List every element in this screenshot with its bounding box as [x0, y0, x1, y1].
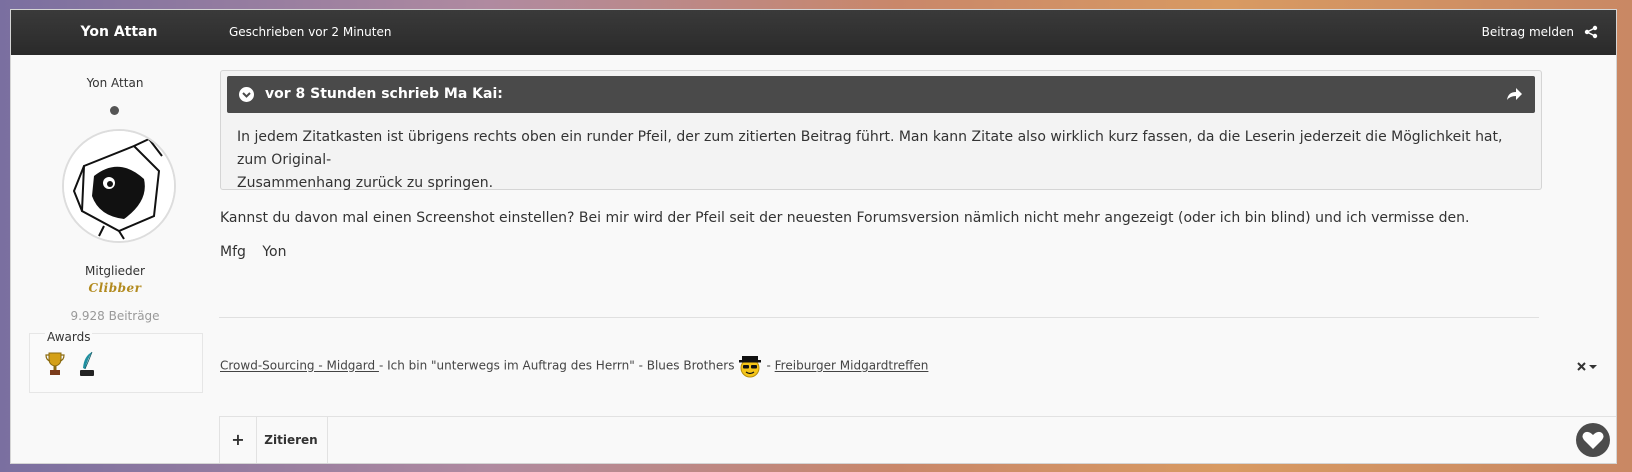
report-post-link[interactable]: Beitrag melden [1482, 10, 1574, 55]
quote-text-line: Zusammenhang zurück zu springen. [237, 175, 494, 191]
post-timestamp[interactable]: Geschrieben vor 2 Minuten [229, 10, 391, 55]
like-button[interactable] [1576, 423, 1610, 457]
greeting-word: Yon [262, 244, 287, 260]
author-sidebar: Yon Attan Mitglieder Clibber 9.928 Beitr… [11, 55, 219, 405]
blues-brothers-smiley-icon [739, 356, 762, 378]
jump-to-quoted-post-icon[interactable] [1505, 86, 1523, 102]
quote-citation-label[interactable]: vor 8 Stunden schrieb Ma Kai: [265, 76, 503, 113]
quote-button[interactable]: Zitieren [255, 417, 328, 463]
awards-box: Awards [29, 330, 203, 393]
signature-text: - Ich bin "unterwegs im Auftrag des Herr… [378, 358, 735, 373]
signature-link-freiburger[interactable]: Freiburger Midgardtreffen [775, 359, 929, 373]
post-footer: + Zitieren [219, 416, 1616, 463]
multiquote-button[interactable]: + [219, 417, 257, 463]
post-greeting: Mfg Yon [220, 244, 1540, 260]
quote-citation: vor 8 Stunden schrieb Ma Kai: [227, 76, 1535, 113]
quote-box: vor 8 Stunden schrieb Ma Kai: In jedem Z… [220, 70, 1542, 191]
post-header: Yon Attan Geschrieben vor 2 Minuten Beit… [11, 10, 1616, 55]
signature-link-crowdsourcing[interactable]: Crowd-Sourcing - Midgard [220, 359, 379, 373]
sidebar-username[interactable]: Yon Attan [11, 76, 219, 90]
forum-post: Yon Attan Geschrieben vor 2 Minuten Beit… [10, 9, 1617, 464]
post-body: Kannst du davon mal einen Screenshot ein… [220, 210, 1540, 260]
awards-title: Awards [45, 330, 93, 344]
quote-text: In jedem Zitatkasten ist übrigens rechts… [237, 126, 1522, 195]
trophy-award-icon[interactable] [44, 350, 66, 378]
avatar[interactable] [62, 129, 176, 243]
author-name-link[interactable]: Yon Attan [11, 10, 227, 55]
share-icon[interactable] [1584, 25, 1598, 39]
avatar-image [64, 131, 174, 241]
signature-divider [219, 317, 1539, 318]
rank-badge: Clibber [88, 281, 142, 295]
quote-toggle-icon[interactable] [239, 87, 254, 102]
quill-award-icon[interactable] [76, 350, 98, 378]
signature: Crowd-Sourcing - Midgard - Ich bin "unte… [220, 354, 928, 378]
online-status-indicator [110, 106, 119, 115]
quote-text-line: In jedem Zitatkasten ist übrigens rechts… [237, 129, 1503, 168]
heart-icon [1582, 431, 1604, 449]
signature-separator: - [766, 358, 771, 373]
post-content: vor 8 Stunden schrieb Ma Kai: In jedem Z… [219, 55, 1616, 405]
member-group: Mitglieder [85, 264, 145, 278]
post-count: 9.928 Beiträge [70, 309, 160, 323]
greeting-word: Mfg [220, 244, 246, 260]
signature-ignore-menu-icon[interactable] [1576, 360, 1598, 374]
post-paragraph: Kannst du davon mal einen Screenshot ein… [220, 210, 1470, 226]
